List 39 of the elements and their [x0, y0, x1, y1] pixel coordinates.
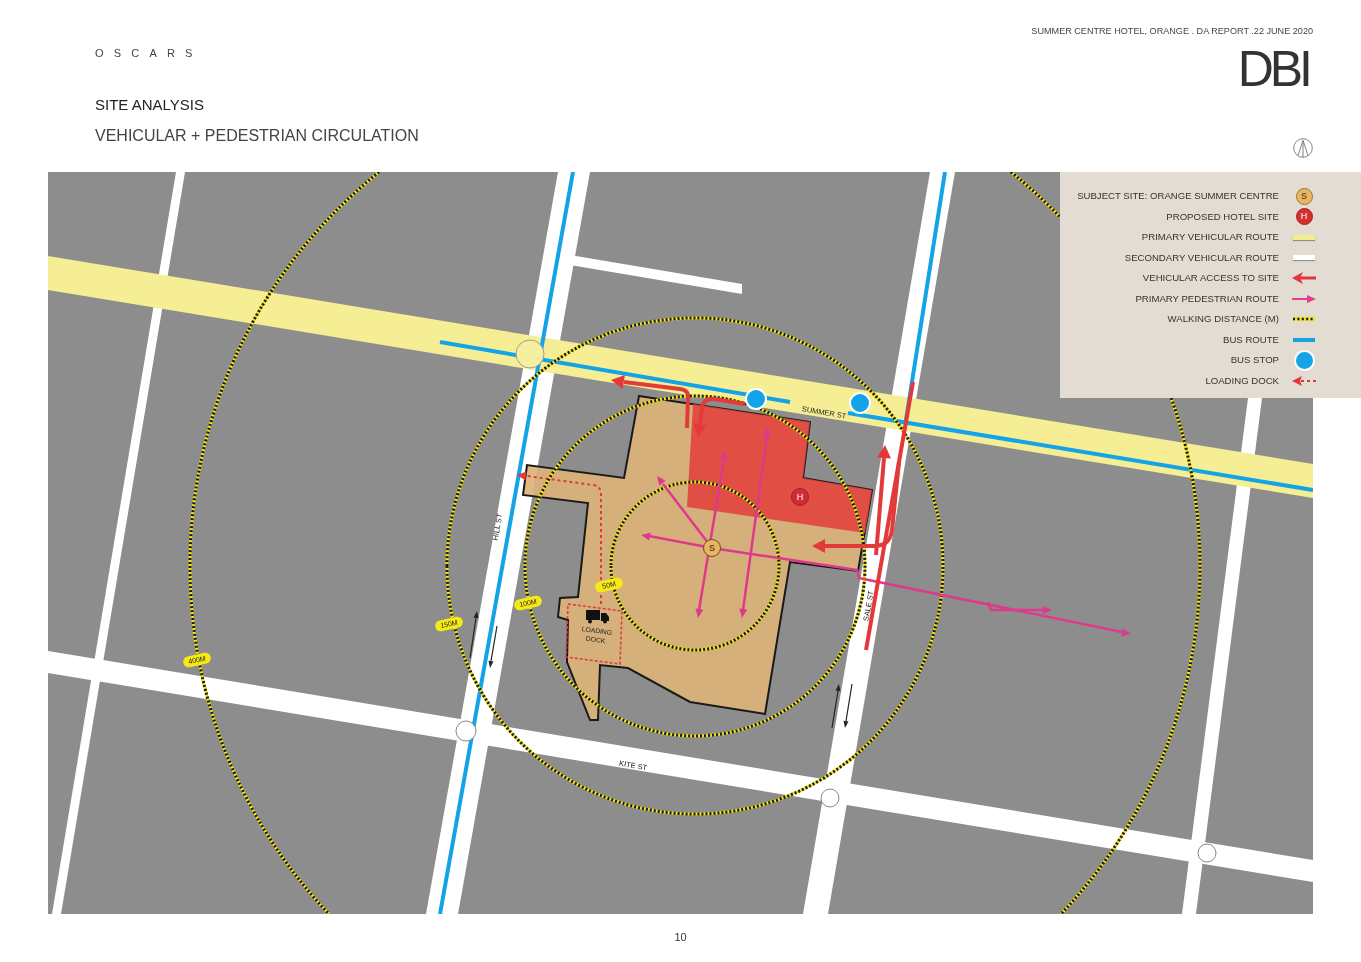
arrow-right-icon: [1292, 294, 1316, 303]
roundabout: [455, 720, 477, 742]
page-title: VEHICULAR + PEDESTRIAN CIRCULATION: [95, 126, 419, 146]
roundabout: [515, 339, 545, 369]
direction-arrow: [831, 684, 841, 729]
legend-label: PROPOSED HOTEL SITE: [1166, 210, 1279, 223]
roundabout: [1197, 843, 1217, 863]
legend-label: LOADING DOCK: [1205, 374, 1279, 387]
line-swatch-icon: [1293, 234, 1315, 240]
report-info-text: SUMMER CENTRE HOTEL, ORANGE . DA REPORT .22 JUNE 2020: [1031, 25, 1313, 37]
dotted-line-icon: [1293, 317, 1315, 322]
line-swatch-icon: [1293, 337, 1315, 342]
legend-label: PRIMARY VEHICULAR ROUTE: [1141, 231, 1279, 244]
site-marker: S: [1295, 187, 1313, 205]
truck-icon: [586, 610, 609, 624]
hotel-marker: H: [791, 488, 809, 506]
section-title: SITE ANALYSIS: [95, 96, 204, 114]
brand-name: OSCARS: [95, 46, 203, 60]
roundabout: [820, 788, 840, 808]
site-marker: S: [703, 539, 721, 557]
direction-arrow: [469, 611, 479, 659]
arrow-left-icon: [1292, 272, 1316, 285]
page-number: 10: [674, 930, 687, 944]
company-logo: DBI: [1237, 49, 1310, 89]
legend-label: BUS ROUTE: [1223, 333, 1279, 346]
legend-label: WALKING DISTANCE (M): [1167, 313, 1279, 326]
legend-label: PRIMARY PEDESTRIAN ROUTE: [1135, 292, 1279, 305]
hotel-marker: H: [1295, 208, 1313, 226]
dashed-arrow-left-icon: [1292, 375, 1316, 386]
line-swatch-icon: [1293, 255, 1315, 261]
access-arrow: [693, 396, 746, 437]
loading-dock-area: [565, 603, 623, 665]
direction-arrow: [488, 625, 498, 668]
legend-label: VEHICULAR ACCESS TO SITE: [1142, 272, 1279, 285]
legend-label: SECONDARY VEHICULAR ROUTE: [1124, 251, 1279, 264]
direction-arrow: [843, 683, 853, 728]
legend-label: BUS STOP: [1230, 354, 1279, 367]
legend-label: SUBJECT SITE: ORANGE SUMMER CENTRE: [1077, 190, 1279, 203]
bus-stop-icon: [1293, 349, 1315, 371]
